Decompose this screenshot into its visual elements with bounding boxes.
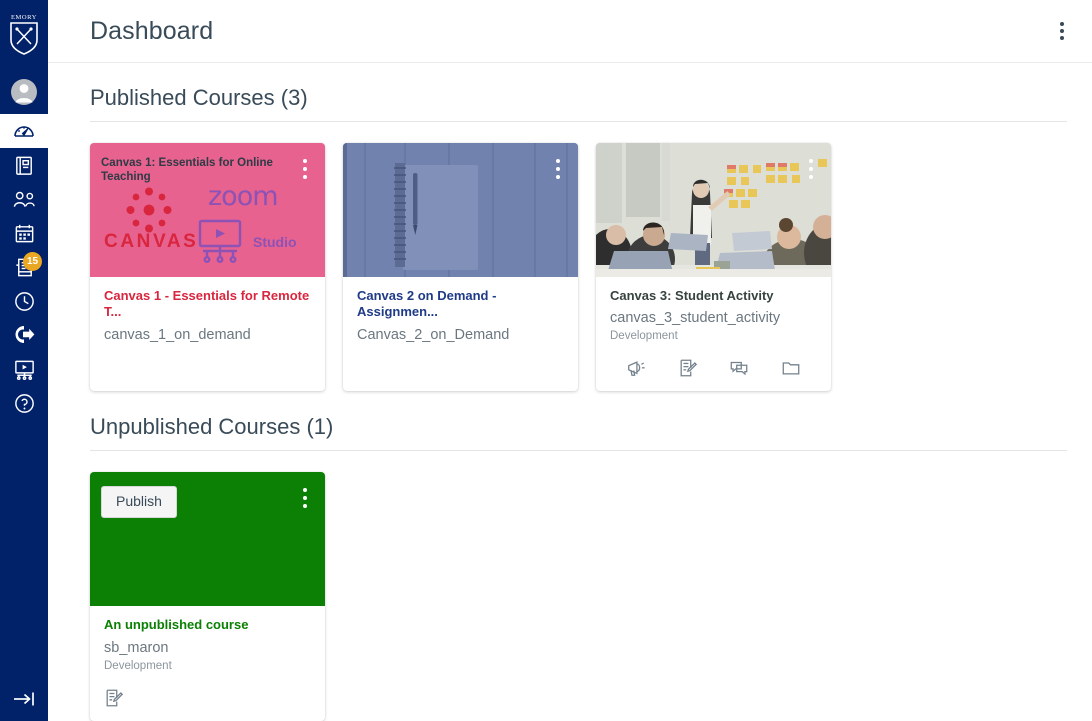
course-card-options-button[interactable] [299, 155, 311, 183]
assignment-edit-icon [680, 359, 697, 377]
course-card-header[interactable] [343, 143, 578, 277]
folder-icon [782, 362, 800, 375]
kebab-dot [303, 496, 307, 501]
kebab-dot [1060, 29, 1064, 33]
unpublished-section-title: Unpublished Courses (1) [90, 414, 334, 440]
inbox-unread-badge: 15 [23, 252, 42, 271]
clock-icon [14, 291, 34, 311]
announcements-button[interactable] [610, 357, 662, 379]
arrow-to-line-right-icon [14, 692, 34, 706]
kebab-dot [303, 488, 307, 493]
assignment-edit-icon [106, 689, 124, 706]
publish-button[interactable]: Publish [101, 486, 177, 518]
course-card-header[interactable] [596, 143, 831, 277]
published-section-divider [90, 121, 1067, 122]
notebook-photo [343, 143, 578, 277]
course-card-code: Canvas_2_on_Demand [357, 326, 510, 343]
sidebar-item-calendar[interactable] [0, 216, 48, 250]
course-card-header[interactable]: Publish [90, 472, 325, 607]
kebab-dot [556, 175, 560, 179]
kebab-dot [303, 167, 307, 171]
sidebar-item-studio[interactable] [0, 352, 48, 386]
course-card-code: canvas_1_on_demand [104, 326, 251, 343]
global-navigation-sidebar: EMORY 15 [0, 0, 48, 721]
course-card-title[interactable]: Canvas 1 - Essentials for Remote T... [104, 288, 311, 321]
page-header: Dashboard [48, 0, 1092, 63]
assignments-button[interactable] [662, 357, 714, 379]
unpublished-course-list: Publish An unpublished course sb_maron D… [90, 472, 1092, 721]
megaphone-icon [627, 361, 645, 377]
studio-screen-icon [198, 219, 242, 264]
sidebar-item-dashboard[interactable] [0, 114, 48, 148]
course-card-actions [610, 357, 817, 379]
course-card[interactable]: Canvas 3: Student Activity canvas_3_stud… [596, 143, 831, 392]
sidebar-item-help[interactable] [0, 386, 48, 420]
sidebar-item-groups[interactable] [0, 182, 48, 216]
studio-screen-icon [14, 360, 34, 380]
course-card-term: Development [104, 659, 172, 672]
kebab-dot [1060, 36, 1064, 40]
published-course-list: Canvas 1: Essentials for Online Teaching [90, 143, 1092, 392]
kebab-dot [809, 175, 813, 179]
sidebar-item-commons[interactable] [0, 318, 48, 352]
page-title: Dashboard [90, 16, 214, 45]
course-card-options-button[interactable] [299, 484, 311, 512]
kebab-dot [303, 175, 307, 179]
course-card-body: An unpublished course sb_maron Developme… [90, 606, 325, 720]
canvas-logo-icon [126, 187, 172, 233]
course-card[interactable]: Canvas 1: Essentials for Online Teaching [90, 143, 325, 392]
dashboard-gauge-icon [14, 126, 34, 137]
course-card-body: Canvas 3: Student Activity canvas_3_stud… [596, 277, 831, 391]
question-circle-icon [14, 393, 34, 413]
sidebar-item-account[interactable] [0, 70, 48, 114]
course-card-body: Canvas 1 - Essentials for Remote T... ca… [90, 277, 325, 391]
kebab-dot [556, 167, 560, 171]
course-card-code: canvas_3_student_activity [610, 310, 781, 327]
sidebar-item-courses[interactable] [0, 148, 48, 182]
user-avatar-icon [11, 79, 37, 105]
course-card-title[interactable]: Canvas 3: Student Activity [610, 288, 817, 304]
main-content: Dashboard Published Courses (3) Canvas 1… [48, 0, 1092, 721]
book-icon [15, 156, 32, 175]
studio-wordmark: Studio [253, 234, 297, 250]
dashboard-options-button[interactable] [1052, 16, 1072, 46]
dashboard-page: EMORY 15 Dashboard Published Courses (3)… [0, 0, 1092, 721]
published-section-title: Published Courses (3) [90, 85, 308, 110]
kebab-dot [556, 159, 560, 163]
assignments-button[interactable] [104, 687, 132, 709]
unpublished-section-divider [90, 450, 1067, 452]
classroom-photo [596, 143, 831, 277]
files-button[interactable] [765, 357, 817, 379]
course-card-options-button[interactable] [805, 155, 817, 183]
dashboard-content: Published Courses (3) Canvas 1: Essentia… [48, 63, 1092, 721]
discussion-bubbles-icon [731, 362, 748, 376]
course-card-code: sb_maron [104, 639, 169, 656]
course-card-term: Development [610, 330, 678, 343]
sidebar-collapse-toggle[interactable] [0, 677, 48, 721]
course-card[interactable]: Publish An unpublished course sb_maron D… [90, 472, 325, 721]
course-card-options-button[interactable] [552, 155, 564, 183]
course-card-accent-stripe [343, 143, 347, 277]
people-group-icon [13, 191, 35, 207]
kebab-dot [1060, 22, 1064, 26]
zoom-wordmark: zoom [208, 181, 279, 212]
kebab-dot [303, 159, 307, 163]
calendar-icon [15, 224, 33, 242]
course-card-header[interactable]: Canvas 1: Essentials for Online Teaching [90, 143, 325, 277]
sidebar-item-history[interactable] [0, 284, 48, 318]
course-card-title[interactable]: Canvas 2 on Demand - Assignmen... [357, 288, 564, 321]
kebab-dot [809, 167, 813, 171]
arrow-exit-icon [15, 326, 35, 343]
kebab-dot [809, 159, 813, 163]
sidebar-item-inbox[interactable]: 15 [0, 250, 48, 284]
course-card[interactable]: Canvas 2 on Demand - Assignmen... Canvas… [343, 143, 578, 392]
svg-text:EMORY: EMORY [11, 14, 37, 21]
emory-shield-logo[interactable]: EMORY [0, 0, 48, 62]
course-card-body: Canvas 2 on Demand - Assignmen... Canvas… [343, 277, 578, 391]
kebab-dot [303, 504, 307, 509]
canvas-wordmark: CANVAS [104, 231, 199, 252]
course-card-title[interactable]: An unpublished course [104, 617, 311, 633]
course-card-actions [104, 687, 311, 709]
discussions-button[interactable] [714, 357, 766, 379]
